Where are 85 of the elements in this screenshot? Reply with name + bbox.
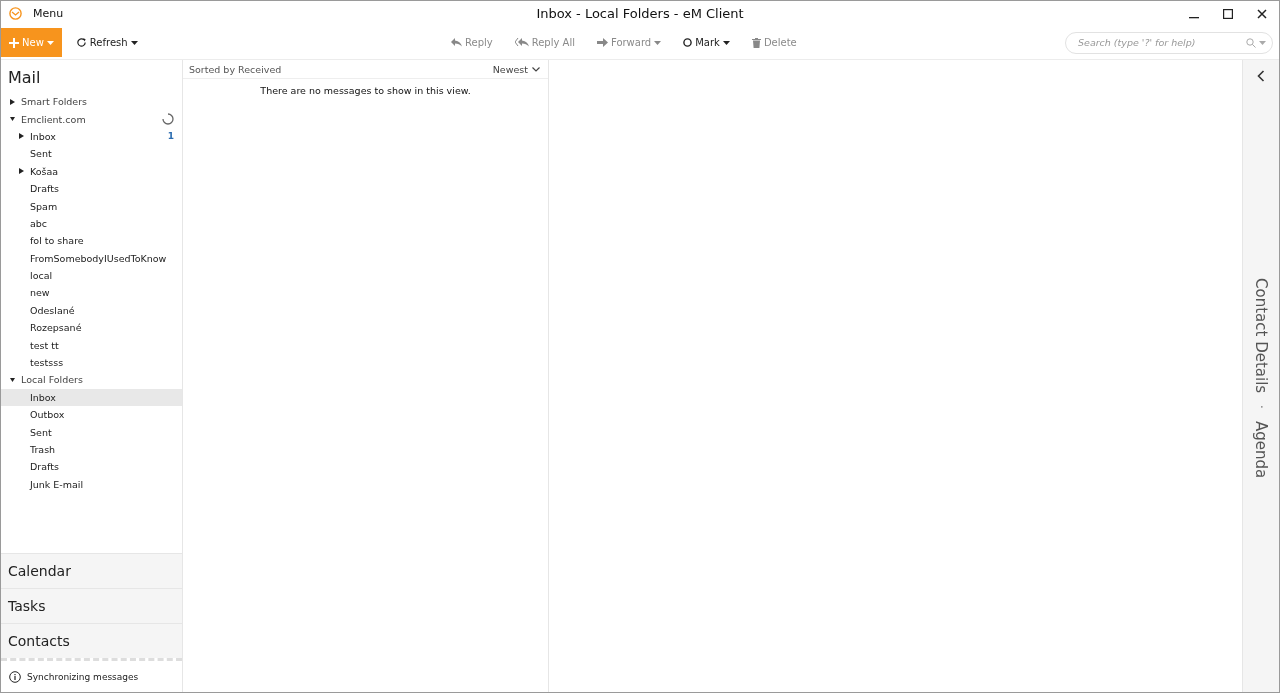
folder-name: Inbox xyxy=(30,391,56,403)
folder-row[interactable]: Sent xyxy=(1,423,182,441)
collapsed-triangle-icon[interactable] xyxy=(19,168,24,175)
folder-row[interactable]: Košaa xyxy=(1,162,182,180)
folder-name: fol to share xyxy=(30,235,84,247)
account-name: Smart Folders xyxy=(21,96,88,108)
caret-icon xyxy=(1259,40,1266,45)
folder-row[interactable]: Local Folders xyxy=(1,371,182,389)
collapsed-triangle-icon[interactable] xyxy=(10,98,15,105)
folder-row[interactable]: Inbox 1 xyxy=(1,127,182,146)
menu-button[interactable]: Menu xyxy=(30,5,67,22)
folder-name: Odeslané xyxy=(30,304,75,316)
folder-row[interactable]: Spam xyxy=(1,197,182,215)
folder-name: new xyxy=(30,287,50,299)
collapsed-triangle-icon[interactable] xyxy=(19,133,24,140)
window-title: Inbox - Local Folders - eM Client xyxy=(536,6,744,21)
folder-name: Trash xyxy=(30,444,56,455)
folder-row[interactable]: Drafts xyxy=(1,179,182,198)
reply-all-arrow-icon xyxy=(514,38,529,47)
folder-row[interactable]: local xyxy=(1,266,182,285)
folder-name: Košaa xyxy=(30,165,59,177)
chevron-down-icon xyxy=(532,66,540,72)
chevron-left-icon xyxy=(1257,70,1265,82)
trash-icon xyxy=(751,37,761,48)
minimize-icon xyxy=(1189,16,1199,19)
folder-row[interactable]: FromSomebodyIUsedToKnow xyxy=(1,249,182,267)
folder-name: Junk E-mail xyxy=(30,478,84,490)
account-name: Emclient.com xyxy=(21,113,86,125)
folder-row[interactable]: test tt xyxy=(1,336,182,354)
folder-row[interactable]: Emclient.com xyxy=(1,110,182,128)
account-name: Local Folders xyxy=(21,374,83,386)
sort-order-button[interactable]: Newest xyxy=(492,63,540,75)
refresh-button[interactable]: Refresh xyxy=(65,29,148,56)
folder-row[interactable]: Inbox xyxy=(1,388,182,407)
refresh-icon xyxy=(75,37,87,48)
folder-row[interactable]: abc xyxy=(1,214,182,233)
mark-button[interactable]: Mark xyxy=(673,29,740,56)
folder-name: Sent xyxy=(30,148,52,160)
folder-name: Drafts xyxy=(30,461,59,473)
folder-name: local xyxy=(30,270,53,282)
module-tab[interactable]: Calendar xyxy=(1,553,182,588)
folder-row[interactable]: Odeslané xyxy=(1,301,182,320)
folder-name: testsss xyxy=(30,357,64,369)
circle-icon xyxy=(683,38,693,47)
folder-row[interactable]: testsss xyxy=(1,353,182,372)
expanded-triangle-icon[interactable] xyxy=(10,116,15,123)
folder-row[interactable]: new xyxy=(1,284,182,302)
side-panel-tab[interactable]: Contact Details xyxy=(1252,278,1270,394)
folder-row[interactable]: Rozepsané xyxy=(1,319,182,337)
module-tab[interactable]: Contacts xyxy=(1,623,182,658)
folder-row[interactable]: Sent xyxy=(1,145,182,163)
folder-row[interactable]: Outbox xyxy=(1,406,182,424)
folder-name: FromSomebodyIUsedToKnow xyxy=(30,252,167,264)
forward-arrow-icon xyxy=(597,38,608,47)
reply-arrow-icon xyxy=(451,38,462,47)
folder-name: Drafts xyxy=(30,183,59,195)
info-icon xyxy=(9,670,21,683)
empty-message: There are no messages to show in this view. xyxy=(259,85,472,96)
section-title: Mail xyxy=(7,67,42,89)
app-logo-icon xyxy=(9,7,22,20)
folder-name: Outbox xyxy=(30,409,65,421)
folder-row[interactable]: Junk E-mail xyxy=(1,475,182,493)
folder-name: abc xyxy=(30,217,48,229)
folder-name: test tt xyxy=(30,339,59,351)
module-tab[interactable]: Tasks xyxy=(1,588,182,623)
status-text: Synchronizing messages xyxy=(27,671,139,682)
expanded-triangle-icon[interactable] xyxy=(10,376,15,383)
folder-name: Spam xyxy=(30,200,58,212)
plus-icon xyxy=(9,37,19,48)
search-icon xyxy=(1246,37,1256,48)
search-field[interactable]: Search (type '?' for help) xyxy=(1065,31,1273,54)
unread-count: 1 xyxy=(167,131,174,142)
close-icon xyxy=(1257,8,1267,19)
folder-row[interactable]: Trash xyxy=(1,440,182,459)
side-panel-tab[interactable]: Agenda xyxy=(1252,420,1270,479)
sort-label: Sorted by Received xyxy=(189,63,282,75)
collapse-panel-button[interactable] xyxy=(1255,68,1267,84)
folder-row[interactable]: fol to share xyxy=(1,232,182,250)
separator-dot: · xyxy=(1254,405,1268,409)
folder-name: Sent xyxy=(30,426,52,438)
folder-row[interactable]: Drafts xyxy=(1,458,182,476)
maximize-icon xyxy=(1223,8,1233,19)
folder-row[interactable]: Smart Folders xyxy=(1,93,182,111)
folder-name: Rozepsané xyxy=(30,322,82,334)
folder-name: Inbox xyxy=(30,130,56,142)
